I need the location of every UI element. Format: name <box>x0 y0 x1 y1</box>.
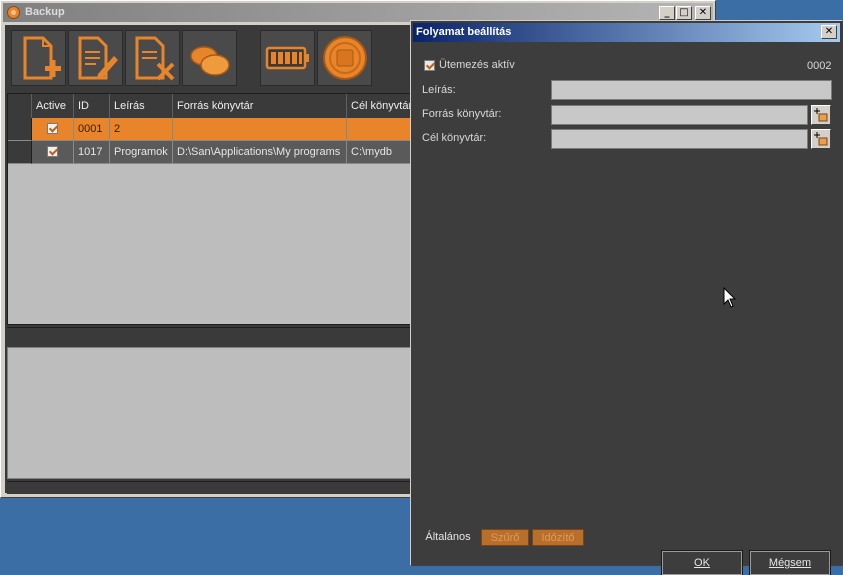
target-browse-button[interactable] <box>811 129 831 149</box>
app-icon <box>7 6 20 19</box>
process-id: 0002 <box>807 60 832 72</box>
source-cell: D:\San\Applications\My programs <box>173 141 347 164</box>
maximize-button[interactable]: □ <box>676 6 692 20</box>
browse-folder-icon <box>814 108 828 122</box>
edit-button[interactable] <box>68 30 123 86</box>
source-folder-label: Forrás könyvtár: <box>422 108 502 120</box>
edit-document-icon <box>78 36 118 80</box>
tab-timer[interactable]: Időzítő <box>532 529 584 546</box>
active-checkbox[interactable] <box>47 146 58 157</box>
row-indicator-header <box>8 94 32 118</box>
column-header-id[interactable]: ID <box>74 94 110 118</box>
id-cell: 1017 <box>74 141 110 164</box>
dialog-title: Folyamat beállítás <box>416 26 512 38</box>
minimize-button[interactable]: _ <box>659 6 675 20</box>
cancel-button[interactable]: Mégsem <box>749 550 831 575</box>
source-cell <box>173 118 347 141</box>
target-folder-input[interactable] <box>551 129 808 149</box>
source-browse-button[interactable] <box>811 105 831 125</box>
window-title: Backup <box>25 6 65 18</box>
row-indicator <box>8 118 32 141</box>
column-header-source[interactable]: Forrás könyvtár <box>173 94 347 118</box>
stop-icon <box>323 36 367 80</box>
new-document-icon <box>23 36 61 80</box>
toolbar <box>11 30 431 88</box>
process-settings-dialog: Folyamat beállítás ✕ Ütemezés aktív 0002… <box>410 20 843 575</box>
description-cell: Programok <box>110 141 173 164</box>
description-label: Leírás: <box>422 84 456 96</box>
id-cell: 0001 <box>74 118 110 141</box>
delete-button[interactable] <box>125 30 180 86</box>
tab-filter[interactable]: Szűrő <box>481 529 529 546</box>
dialog-close-button[interactable]: ✕ <box>821 25 837 39</box>
mouse-cursor-icon <box>723 287 737 308</box>
close-button[interactable]: ✕ <box>695 6 711 20</box>
coins-icon <box>190 46 230 76</box>
source-folder-input[interactable] <box>551 105 808 125</box>
tab-general[interactable]: Általános <box>418 529 478 546</box>
coins-button[interactable] <box>182 30 237 86</box>
delete-document-icon <box>135 36 175 81</box>
battery-icon <box>265 46 309 70</box>
target-folder-label: Cél könyvtár: <box>422 132 487 144</box>
row-indicator <box>8 141 32 164</box>
dialog-content: Ütemezés aktív 0002 Leírás: Forrás könyv… <box>414 44 839 575</box>
browse-folder-icon <box>814 132 828 146</box>
new-button[interactable] <box>11 30 66 86</box>
ok-button-label: OK <box>694 557 710 569</box>
active-checkbox[interactable] <box>47 123 58 134</box>
active-checkbox-cell[interactable] <box>32 141 74 164</box>
description-cell: 2 <box>110 118 173 141</box>
column-header-active[interactable]: Active <box>32 94 74 118</box>
ok-button[interactable]: OK <box>661 550 743 575</box>
description-input[interactable] <box>551 80 832 100</box>
stop-button[interactable] <box>317 30 372 86</box>
schedule-active-checkbox[interactable] <box>424 60 435 71</box>
run-button[interactable] <box>260 30 315 86</box>
column-header-description[interactable]: Leírás <box>110 94 173 118</box>
schedule-active-label: Ütemezés aktív <box>439 59 515 71</box>
dialog-title-bar[interactable]: Folyamat beállítás ✕ <box>413 23 840 42</box>
cancel-button-label: Mégsem <box>768 557 812 569</box>
active-checkbox-cell[interactable] <box>32 118 74 141</box>
